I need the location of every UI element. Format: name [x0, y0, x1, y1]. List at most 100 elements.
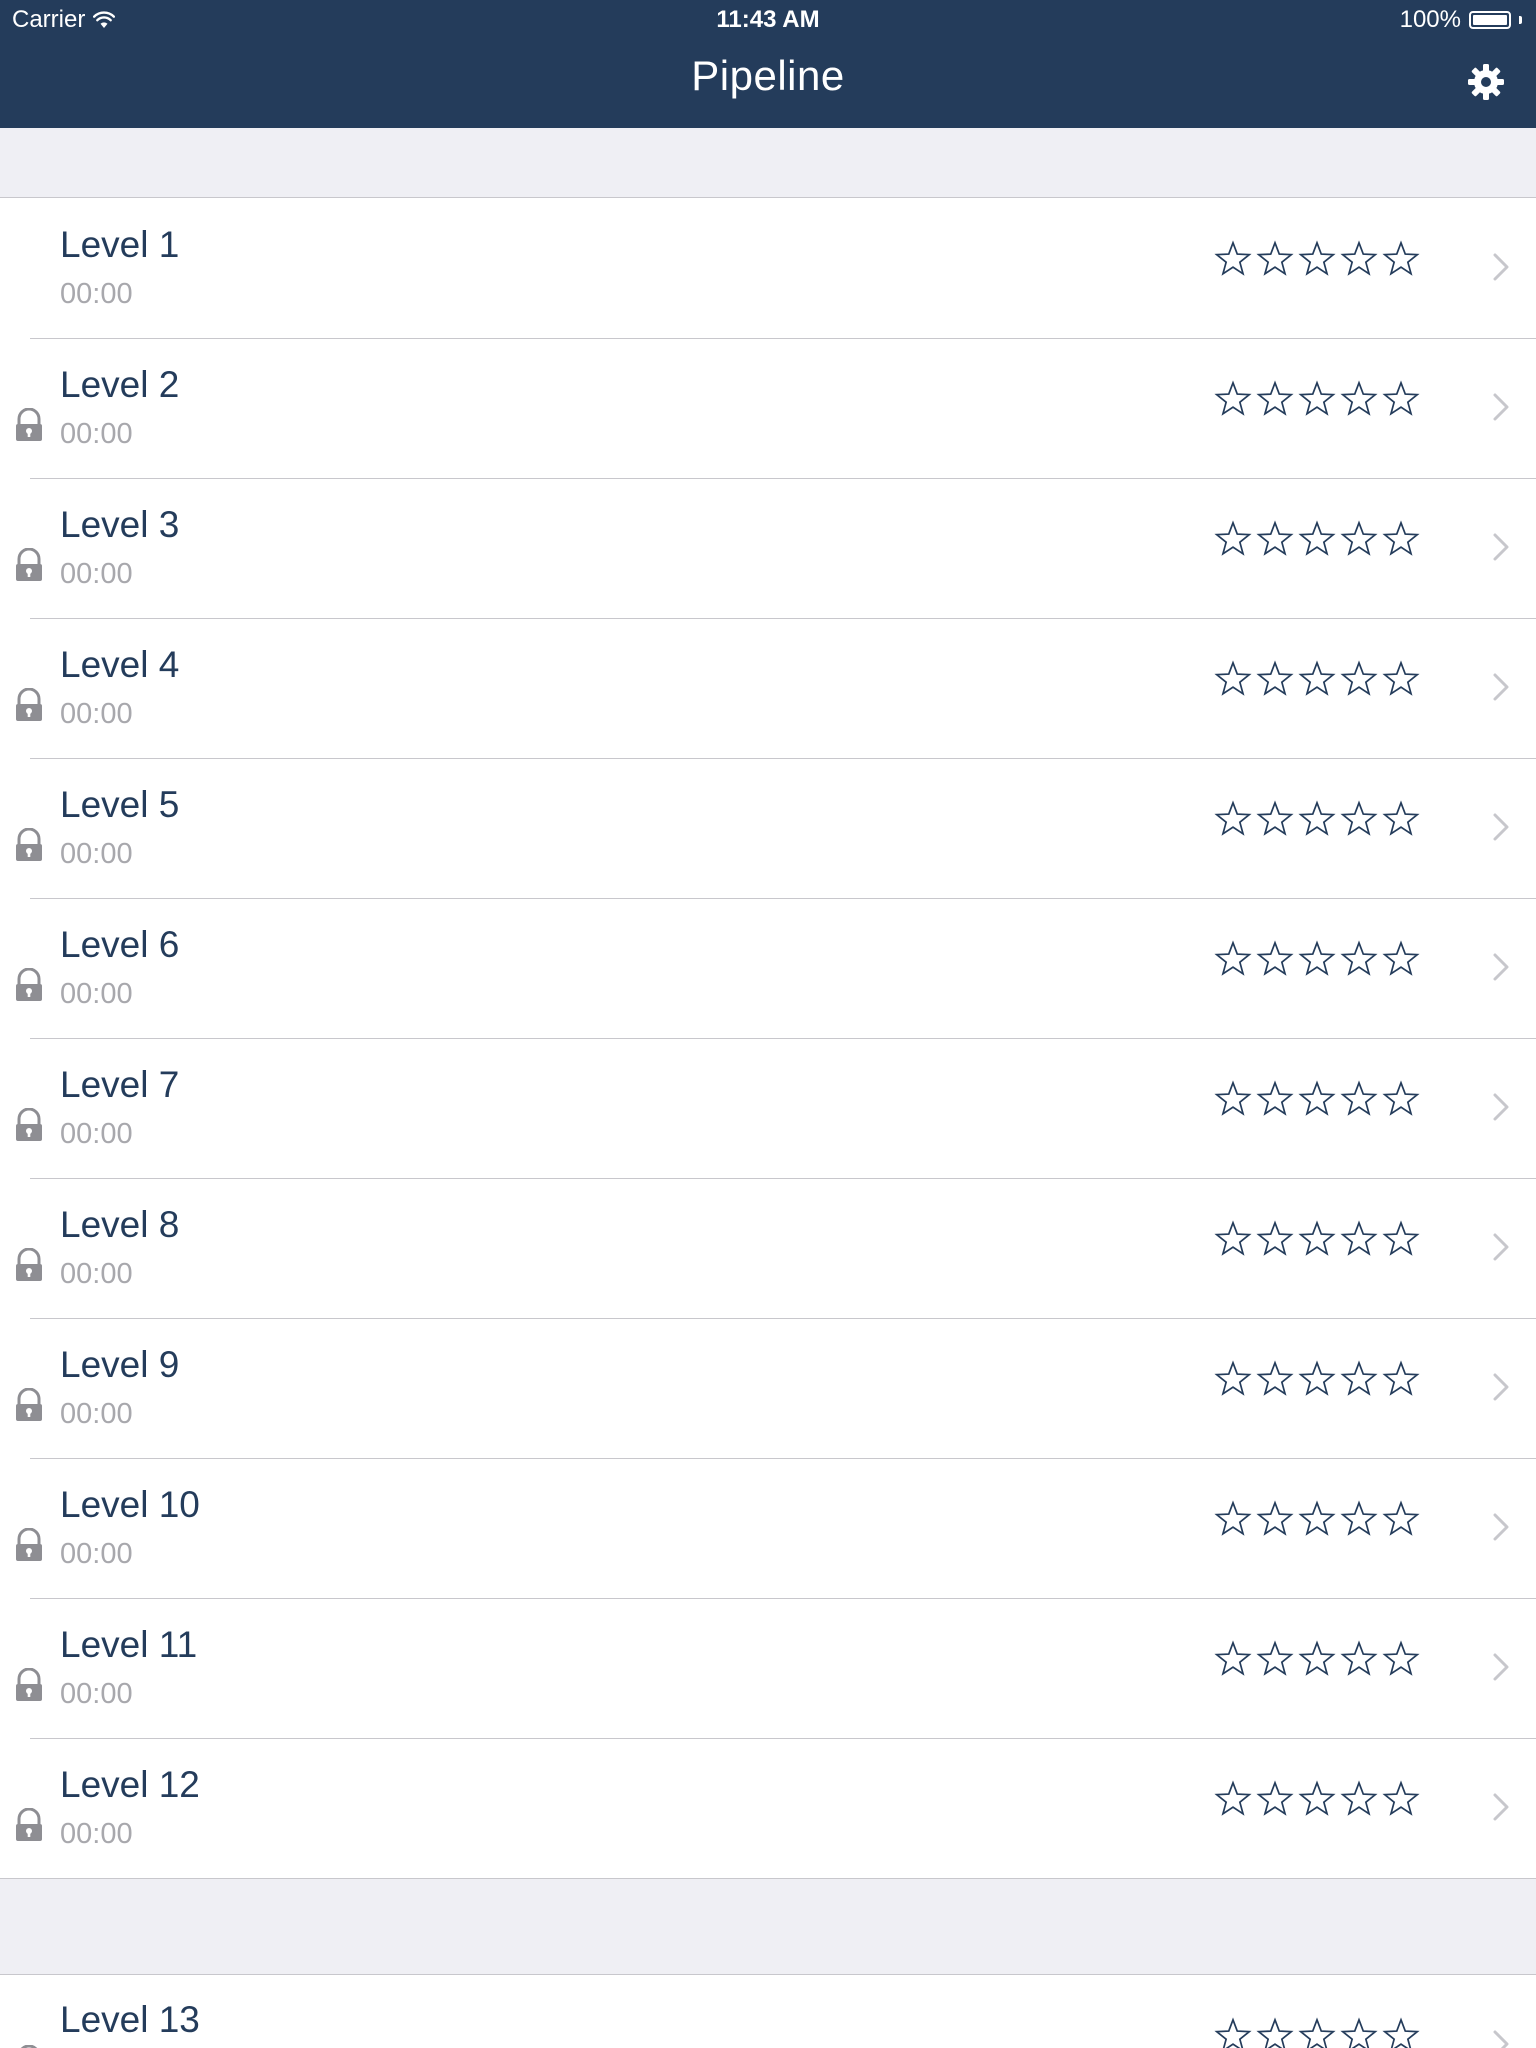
status-time: 11:43 AM [716, 6, 820, 33]
star-outline-icon [1214, 2017, 1252, 2048]
level-name: Level 11 [60, 1624, 198, 1665]
star-outline-icon [1214, 660, 1252, 696]
gear-icon [1468, 64, 1504, 100]
level-time: 00:00 [60, 838, 133, 870]
chevron-right-icon [1493, 1793, 1509, 1821]
lock-icon [16, 408, 42, 441]
level-name: Level 13 [60, 1999, 200, 2040]
star-outline-icon [1340, 240, 1378, 276]
level-row[interactable]: Level 11 00:00 [0, 1598, 1536, 1738]
star-rating [1214, 1780, 1420, 1818]
lock-icon [16, 688, 42, 721]
settings-button[interactable] [1464, 60, 1508, 104]
level-name: Level 6 [60, 924, 180, 965]
star-outline-icon [1298, 1220, 1336, 1256]
star-rating [1214, 380, 1420, 418]
lock-icon [16, 1248, 42, 1281]
star-outline-icon [1382, 940, 1420, 976]
star-outline-icon [1256, 940, 1294, 976]
star-outline-icon [1256, 660, 1294, 696]
star-outline-icon [1340, 940, 1378, 976]
screen: Carrier 11:43 AM 100% Pipeline Level 1 0… [0, 0, 1536, 2048]
level-row[interactable]: Level 13 [0, 1975, 1536, 2048]
level-row[interactable]: Level 7 00:00 [0, 1038, 1536, 1178]
battery-percentage: 100% [1399, 6, 1461, 33]
level-row[interactable]: Level 4 00:00 [0, 618, 1536, 758]
chevron-right-icon [1493, 253, 1509, 281]
star-outline-icon [1382, 1360, 1420, 1396]
chevron-right-icon [1493, 813, 1509, 841]
star-rating [1214, 240, 1420, 278]
star-outline-icon [1214, 800, 1252, 836]
star-rating [1214, 1360, 1420, 1398]
star-rating [1214, 1220, 1420, 1258]
star-outline-icon [1256, 1640, 1294, 1676]
star-outline-icon [1214, 520, 1252, 556]
star-outline-icon [1256, 1360, 1294, 1396]
star-outline-icon [1298, 520, 1336, 556]
star-rating [1214, 660, 1420, 698]
level-time: 00:00 [60, 1258, 133, 1290]
star-outline-icon [1382, 1080, 1420, 1116]
level-row[interactable]: Level 3 00:00 [0, 478, 1536, 618]
level-time: 00:00 [60, 1398, 133, 1430]
star-outline-icon [1340, 1640, 1378, 1676]
star-outline-icon [1340, 1220, 1378, 1256]
star-outline-icon [1214, 380, 1252, 416]
star-outline-icon [1214, 940, 1252, 976]
star-outline-icon [1382, 660, 1420, 696]
star-outline-icon [1340, 2017, 1378, 2048]
level-time: 00:00 [60, 698, 133, 730]
star-outline-icon [1214, 1500, 1252, 1536]
status-bar: Carrier 11:43 AM 100% [0, 0, 1536, 40]
star-outline-icon [1256, 1220, 1294, 1256]
star-outline-icon [1298, 1360, 1336, 1396]
star-outline-icon [1298, 240, 1336, 276]
level-row[interactable]: Level 6 00:00 [0, 898, 1536, 1038]
star-outline-icon [1256, 2017, 1294, 2048]
level-name: Level 10 [60, 1484, 200, 1525]
star-rating [1214, 1080, 1420, 1118]
level-row[interactable]: Level 5 00:00 [0, 758, 1536, 898]
star-rating [1214, 2017, 1420, 2048]
battery-fill [1473, 15, 1507, 25]
star-outline-icon [1382, 1500, 1420, 1536]
star-outline-icon [1256, 1500, 1294, 1536]
star-outline-icon [1340, 1780, 1378, 1816]
star-outline-icon [1382, 2017, 1420, 2048]
chevron-right-icon [1493, 2030, 1509, 2048]
level-name: Level 2 [60, 364, 180, 405]
star-outline-icon [1382, 380, 1420, 416]
level-time: 00:00 [60, 558, 133, 590]
battery-tip [1519, 16, 1522, 24]
level-row[interactable]: Level 12 00:00 [0, 1738, 1536, 1878]
star-outline-icon [1298, 2017, 1336, 2048]
battery-icon [1469, 11, 1511, 29]
star-outline-icon [1214, 1780, 1252, 1816]
section-header-gap [0, 128, 1536, 198]
star-outline-icon [1214, 240, 1252, 276]
level-name: Level 5 [60, 784, 180, 825]
star-outline-icon [1340, 800, 1378, 836]
level-list-group-2: Level 13 [0, 1974, 1536, 2048]
level-row[interactable]: Level 1 00:00 [0, 198, 1536, 338]
battery-indicator: 100% [1400, 6, 1522, 34]
page-title: Pipeline [691, 52, 845, 99]
chevron-right-icon [1493, 533, 1509, 561]
lock-icon [16, 968, 42, 1001]
level-row[interactable]: Level 2 00:00 [0, 338, 1536, 478]
level-row[interactable]: Level 9 00:00 [0, 1318, 1536, 1458]
star-outline-icon [1256, 800, 1294, 836]
level-row[interactable]: Level 8 00:00 [0, 1178, 1536, 1318]
star-outline-icon [1256, 240, 1294, 276]
lock-icon [16, 1668, 42, 1701]
star-rating [1214, 1500, 1420, 1538]
star-outline-icon [1298, 660, 1336, 696]
level-list: Level 1 00:00 Level 2 00:00 Level 3 00:0… [0, 198, 1536, 1879]
star-outline-icon [1382, 800, 1420, 836]
level-name: Level 1 [60, 224, 180, 265]
level-row[interactable]: Level 10 00:00 [0, 1458, 1536, 1598]
star-outline-icon [1214, 1080, 1252, 1116]
star-outline-icon [1298, 1500, 1336, 1536]
star-outline-icon [1382, 1220, 1420, 1256]
